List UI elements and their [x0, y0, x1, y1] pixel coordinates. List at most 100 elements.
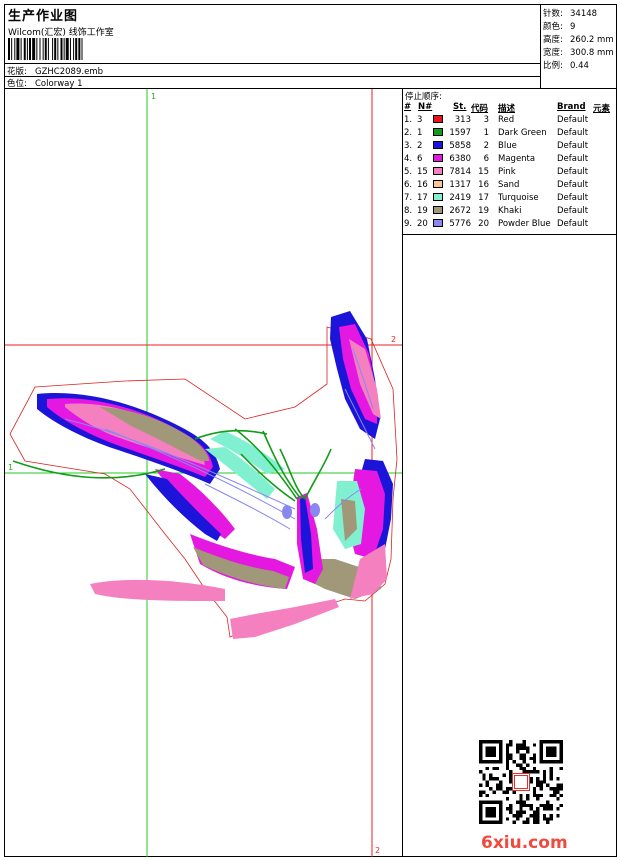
row-brand: Default	[557, 206, 589, 216]
barcode	[8, 38, 83, 60]
butterfly-embroidery-design: 1 1 2 2	[5, 89, 402, 857]
stop-sequence-title: 停止顺序:	[405, 92, 442, 102]
row-desc: Red	[498, 115, 515, 125]
green-guide-label-top: 1	[151, 92, 156, 101]
green-guide-label-left: 1	[8, 463, 13, 472]
row-stitches: 2672	[449, 206, 471, 216]
row-desc: Sand	[498, 180, 520, 190]
row-code: 3	[483, 115, 489, 125]
stat-stitches: 针数: 34148	[543, 9, 598, 19]
row-stitches: 2419	[449, 193, 471, 203]
stats-panel: 针数: 34148 颜色: 9 高度: 260.2 mm 宽度: 300.8 mm 比例…	[541, 5, 617, 89]
colorway-row: 色位: Colorway 1	[7, 77, 83, 89]
stop-sequence-row: 2. 1 1597 1 Dark Green Default	[403, 128, 617, 141]
col-stitches: St.	[453, 102, 467, 112]
color-swatch	[433, 167, 443, 175]
row-needle: 16	[417, 180, 428, 190]
col-code: 代码	[471, 104, 489, 114]
row-desc: Magenta	[498, 154, 536, 164]
stop-sequence-row: 7. 17 2419 17 Turquoise Default	[403, 193, 617, 206]
row-needle: 17	[417, 193, 428, 203]
stop-sequence-row: 6. 16 1317 16 Sand Default	[403, 180, 617, 193]
col-element: 元素	[593, 104, 611, 114]
stop-sequence-row: 5. 15 7814 15 Pink Default	[403, 167, 617, 180]
row-stitches: 1317	[449, 180, 471, 190]
color-swatch	[433, 206, 443, 214]
colorway-value: Colorway 1	[35, 79, 83, 89]
row-brand: Default	[557, 193, 589, 203]
header-panel: 生产作业图 Wilcom(汇宏) 线饰工作室 花版: GZHC2089.emb 色…	[5, 5, 541, 89]
color-swatch	[433, 115, 443, 123]
row-desc: Khaki	[498, 206, 522, 216]
row-stitches: 5776	[449, 219, 471, 229]
row-num: 2.	[404, 128, 413, 138]
stop-sequence-panel: 停止顺序: # N# St. 代码 描述 Brand 元素 1. 3 313 3 Red…	[403, 89, 617, 235]
col-needle: N#	[418, 102, 433, 112]
red-guide-label-bottom: 2	[375, 846, 380, 855]
red-guide-label-right: 2	[391, 335, 396, 344]
stat-colors: 颜色: 9	[543, 22, 576, 32]
stop-sequence-header: # N# St. 代码 描述 Brand 元素	[403, 102, 617, 114]
row-desc: Powder Blue	[498, 219, 551, 229]
stat-width: 宽度: 300.8 mm	[543, 48, 614, 58]
company-name: Wilcom(汇宏) 线饰工作室	[8, 28, 114, 38]
row-code: 19	[478, 206, 489, 216]
stop-sequence-row: 9. 20 5776 20 Powder Blue Default	[403, 219, 617, 232]
row-num: 3.	[404, 141, 413, 151]
stop-sequence-row: 4. 6 6380 6 Magenta Default	[403, 154, 617, 167]
row-needle: 2	[417, 141, 423, 151]
row-num: 1.	[404, 115, 413, 125]
production-sheet: 生产作业图 Wilcom(汇宏) 线饰工作室 花版: GZHC2089.emb 色…	[4, 4, 617, 857]
page-title: 生产作业图	[8, 9, 79, 24]
row-needle: 20	[417, 219, 428, 229]
row-desc: Dark Green	[498, 128, 547, 138]
color-swatch	[433, 219, 443, 227]
row-code: 1	[483, 128, 489, 138]
color-swatch	[433, 128, 443, 136]
stop-sequence-row: 1. 3 313 3 Red Default	[403, 115, 617, 128]
row-num: 6.	[404, 180, 413, 190]
row-num: 4.	[404, 154, 413, 164]
row-num: 8.	[404, 206, 413, 216]
right-tail-pink	[230, 599, 339, 639]
row-num: 9.	[404, 219, 413, 229]
row-code: 6	[483, 154, 489, 164]
row-num: 7.	[404, 193, 413, 203]
row-brand: Default	[557, 154, 589, 164]
row-brand: Default	[557, 167, 589, 177]
row-brand: Default	[557, 141, 589, 151]
row-desc: Pink	[498, 167, 516, 177]
design-canvas: 1 1 2 2	[5, 89, 403, 857]
row-code: 15	[478, 167, 489, 177]
row-needle: 3	[417, 115, 423, 125]
row-code: 20	[478, 219, 489, 229]
row-code: 17	[478, 193, 489, 203]
row-desc: Blue	[498, 141, 517, 151]
col-desc: 描述	[498, 104, 516, 114]
row-brand: Default	[557, 180, 589, 190]
row-needle: 19	[417, 206, 428, 216]
row-stitches: 5858	[449, 141, 471, 151]
row-needle: 6	[417, 154, 423, 164]
stat-height: 高度: 260.2 mm	[543, 35, 614, 45]
row-stitches: 313	[454, 115, 471, 125]
lower-left-tail-pink	[90, 579, 225, 601]
stop-sequence-row: 8. 19 2672 19 Khaki Default	[403, 206, 617, 219]
color-swatch	[433, 180, 443, 188]
colorway-label: 色位:	[7, 79, 27, 89]
header-divider	[5, 63, 541, 64]
row-stitches: 7814	[449, 167, 471, 177]
row-brand: Default	[557, 219, 589, 229]
row-needle: 15	[417, 167, 428, 177]
color-swatch	[433, 141, 443, 149]
stat-scale: 比例: 0.44	[543, 61, 589, 71]
watermark: 6xiu.com	[481, 833, 568, 853]
color-swatch	[433, 193, 443, 201]
color-swatch	[433, 154, 443, 162]
row-code: 16	[478, 180, 489, 190]
row-code: 2	[483, 141, 489, 151]
col-num: #	[404, 102, 412, 112]
row-stitches: 6380	[449, 154, 471, 164]
row-brand: Default	[557, 128, 589, 138]
qr-code	[479, 740, 563, 824]
